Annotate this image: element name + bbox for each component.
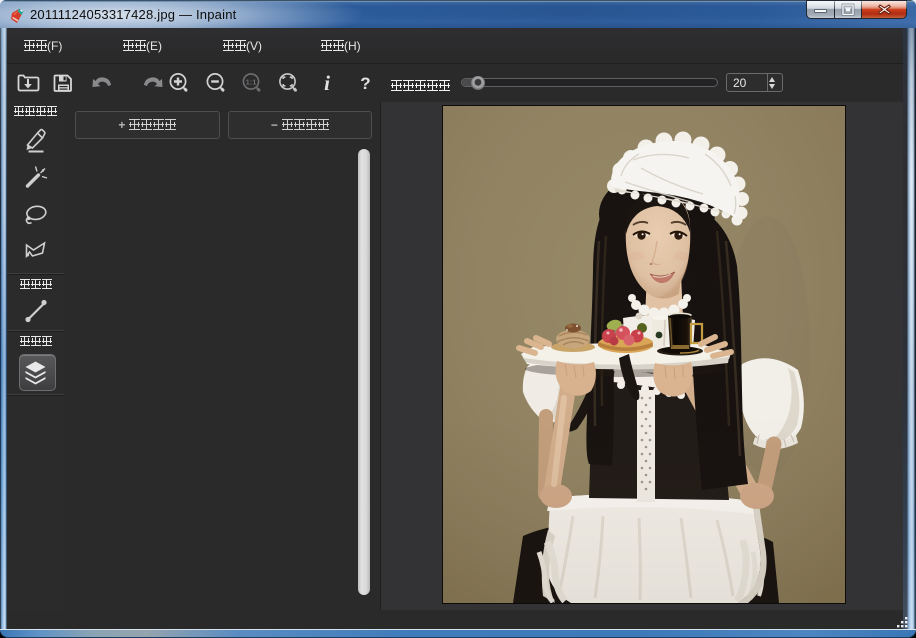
svg-text:1:1: 1:1 bbox=[246, 78, 257, 87]
svg-text:?: ? bbox=[360, 74, 370, 93]
svg-text:i: i bbox=[324, 71, 330, 95]
